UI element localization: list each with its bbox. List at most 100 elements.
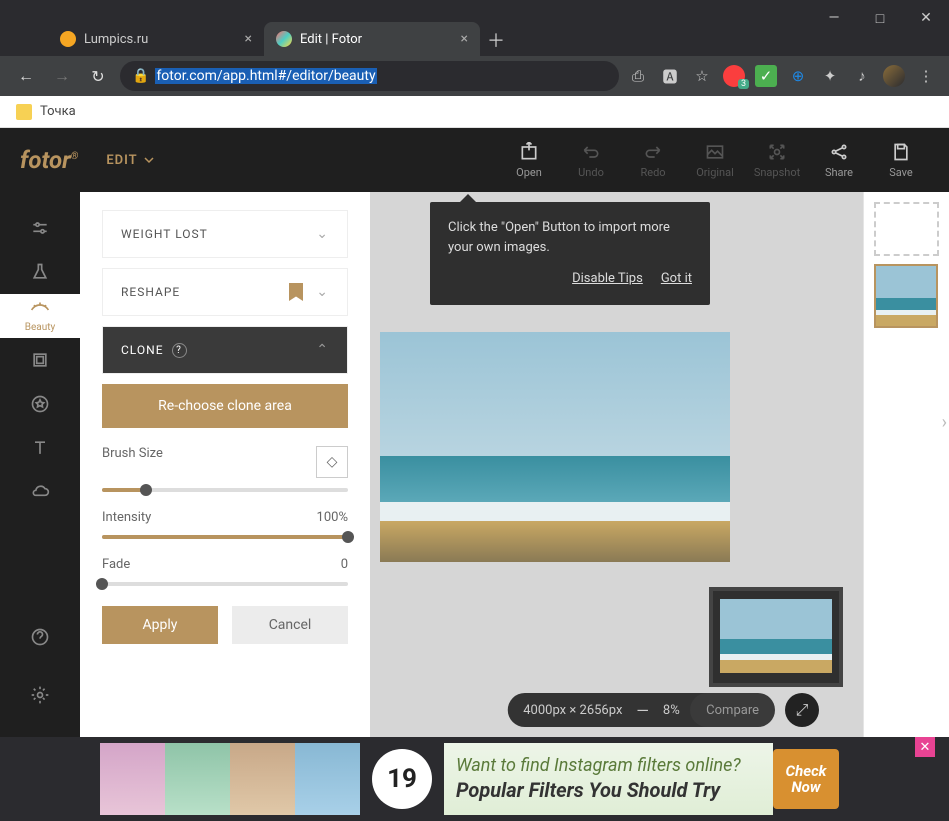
tool-panel: WEIGHT LOST ⌄ RESHAPE ⌄ CLONE ? ⌃ Re-cho… — [80, 192, 370, 737]
cast-icon[interactable]: ⎙ — [627, 65, 649, 87]
save-icon — [891, 142, 911, 162]
rechoose-button[interactable]: Re-choose clone area — [102, 384, 348, 428]
brush-size-slider[interactable] — [102, 488, 348, 492]
chevron-down-icon — [144, 155, 154, 165]
extensions-icon[interactable]: ✦ — [819, 65, 841, 87]
canvas-image[interactable] — [380, 332, 730, 562]
translate-icon[interactable]: 🅰 — [659, 65, 681, 87]
compare-button[interactable]: Compare — [690, 693, 775, 727]
back-button[interactable]: ← — [12, 62, 40, 90]
sliders-icon — [30, 218, 50, 238]
favicon — [60, 31, 76, 47]
dropzone[interactable] — [874, 202, 939, 256]
cloud-icon — [30, 482, 50, 502]
gear-icon — [30, 685, 50, 705]
bookmark-icon — [289, 283, 303, 301]
sidebar-item-adjust[interactable] — [0, 206, 80, 250]
tab-title: Edit | Fotor — [300, 32, 362, 47]
reload-button[interactable]: ↻ — [84, 62, 112, 90]
close-tab-icon[interactable]: × — [461, 31, 468, 47]
ad-cta-button[interactable]: CheckNow — [773, 749, 839, 809]
undo-button[interactable]: Undo — [563, 142, 619, 179]
fullscreen-button[interactable]: ⤢ — [785, 693, 819, 727]
sidebar-item-beauty[interactable]: Beauty — [0, 294, 80, 338]
sidebar-item-text[interactable] — [0, 426, 80, 470]
ad-images — [100, 743, 360, 815]
eye-icon — [30, 300, 50, 320]
snapshot-button[interactable]: Snapshot — [749, 142, 805, 179]
camera-icon — [767, 142, 787, 162]
menu-icon[interactable]: ⋮ — [915, 65, 937, 87]
chevron-up-icon: ⌃ — [316, 342, 329, 358]
maximize-button[interactable]: □ — [857, 0, 903, 36]
tooltip: Click the "Open" Button to import more y… — [430, 202, 710, 305]
check-icon[interactable]: ✓ — [755, 65, 777, 87]
tab-lumpics[interactable]: Lumpics.ru × — [48, 22, 264, 56]
ad-banner[interactable]: 19 Want to find Instagram filters online… — [0, 737, 949, 821]
chevron-right-icon[interactable]: › — [942, 412, 947, 433]
thumbnail[interactable] — [874, 264, 938, 328]
image-dimensions: 4000px × 2656px — [523, 703, 622, 718]
fotor-logo[interactable]: fotor® — [20, 146, 78, 174]
intensity-slider[interactable] — [102, 535, 348, 539]
bookmark-item[interactable]: Точка — [40, 104, 76, 119]
left-sidebar: Beauty — [0, 192, 80, 737]
star-icon[interactable]: ☆ — [691, 65, 713, 87]
disable-tips-link[interactable]: Disable Tips — [572, 269, 643, 289]
minimize-button[interactable]: — — [811, 0, 857, 36]
extension-icons: ⎙ 🅰 ☆ ✓ ⊕ ✦ ♪ ⋮ — [627, 65, 937, 87]
sidebar-item-sticker[interactable] — [0, 382, 80, 426]
bookmarks-bar: Точка — [0, 96, 949, 128]
new-tab-button[interactable]: ＋ — [480, 24, 512, 56]
accordion-reshape[interactable]: RESHAPE ⌄ — [102, 268, 348, 316]
sidebar-item-frame[interactable] — [0, 338, 80, 382]
cancel-button[interactable]: Cancel — [232, 606, 348, 644]
ad-text: Want to find Instagram filters online? P… — [444, 743, 773, 815]
minimap[interactable] — [709, 587, 843, 687]
accordion-weight-lost[interactable]: WEIGHT LOST ⌄ — [102, 210, 348, 258]
chevron-down-icon: ⌄ — [316, 284, 329, 300]
url-input[interactable]: 🔒 fotor.com/app.html#/editor/beauty — [120, 61, 619, 91]
favicon — [276, 31, 292, 47]
tab-fotor[interactable]: Edit | Fotor × — [264, 22, 480, 56]
redo-icon — [643, 142, 663, 162]
accordion-clone[interactable]: CLONE ? ⌃ — [102, 326, 348, 374]
share-button[interactable]: Share — [811, 142, 867, 179]
globe-icon[interactable]: ⊕ — [787, 65, 809, 87]
edit-dropdown[interactable]: EDIT — [106, 153, 153, 168]
profile-avatar[interactable] — [883, 65, 905, 87]
image-icon — [705, 142, 725, 162]
ad-number: 19 — [372, 749, 432, 809]
brush-size-label: Brush Size — [102, 446, 163, 478]
sidebar-item-help[interactable] — [0, 615, 80, 659]
fade-value: 0 — [341, 557, 348, 572]
close-button[interactable]: ✕ — [903, 0, 949, 36]
redo-button[interactable]: Redo — [625, 142, 681, 179]
got-it-link[interactable]: Got it — [661, 269, 692, 289]
intensity-label: Intensity — [102, 510, 151, 525]
forward-button[interactable]: → — [48, 62, 76, 90]
help-icon[interactable]: ? — [172, 343, 187, 358]
folder-icon — [16, 104, 32, 120]
fade-slider[interactable] — [102, 582, 348, 586]
original-button[interactable]: Original — [687, 142, 743, 179]
sidebar-item-cloud[interactable] — [0, 470, 80, 514]
sidebar-item-effect[interactable] — [0, 250, 80, 294]
share-icon — [829, 142, 849, 162]
eraser-button[interactable]: ◇ — [316, 446, 348, 478]
open-button[interactable]: Open — [501, 142, 557, 179]
zoom-out-button[interactable]: — — [636, 701, 649, 720]
frame-icon — [30, 350, 50, 370]
fade-label: Fade — [102, 557, 130, 572]
canvas-area[interactable]: Click the "Open" Button to import more y… — [370, 192, 863, 737]
flask-icon — [30, 262, 50, 282]
apply-button[interactable]: Apply — [102, 606, 218, 644]
window-controls: — □ ✕ — [811, 0, 949, 36]
save-button[interactable]: Save — [873, 142, 929, 179]
fotor-toolbar: fotor® EDIT Open Undo Redo Original Snap… — [0, 128, 949, 192]
sidebar-item-settings[interactable] — [0, 673, 80, 717]
close-tab-icon[interactable]: × — [245, 31, 252, 47]
adblock-icon[interactable] — [723, 65, 745, 87]
ad-close-button[interactable]: ✕ — [915, 737, 935, 757]
playlist-icon[interactable]: ♪ — [851, 65, 873, 87]
